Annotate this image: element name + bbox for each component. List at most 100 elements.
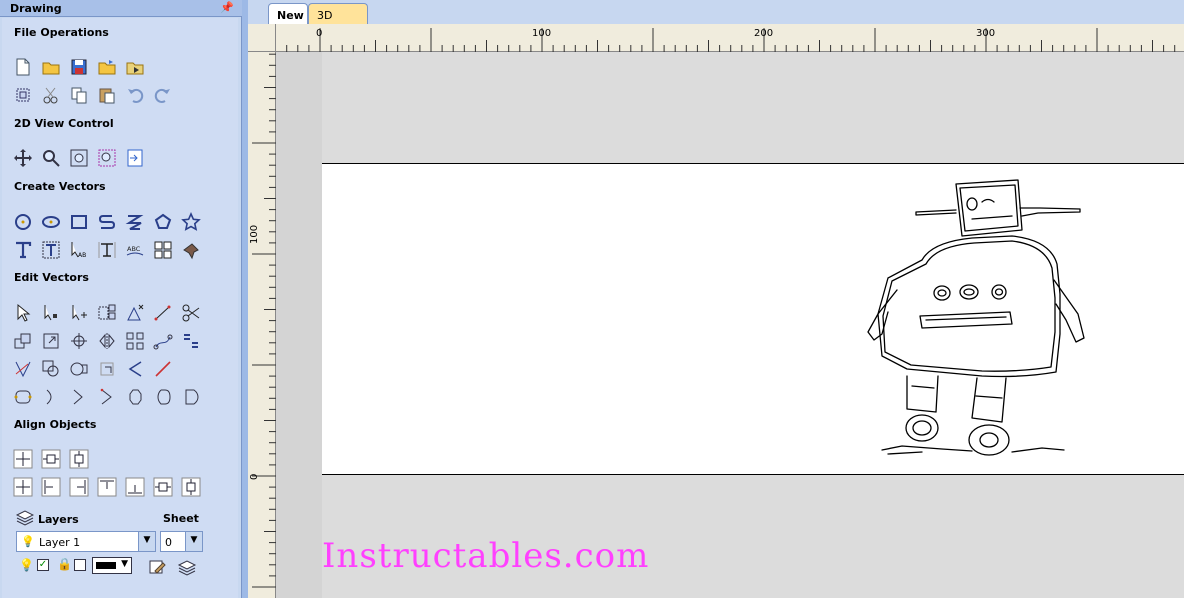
copy-icon[interactable] — [68, 84, 90, 106]
section-create-vectors: Create Vectors — [14, 180, 106, 193]
draw-rectangle-icon[interactable] — [68, 211, 90, 233]
draw-star-icon[interactable] — [180, 211, 202, 233]
panel-body: File Operations 2D View Control Create V… — [2, 18, 238, 598]
rotate-icon[interactable] — [68, 330, 90, 352]
material-sheet[interactable] — [322, 163, 1184, 475]
align-page-center-icon[interactable] — [12, 476, 34, 498]
paste-icon[interactable] — [96, 84, 118, 106]
section-align-objects: Align Objects — [14, 418, 97, 431]
array-copy-icon[interactable] — [124, 330, 146, 352]
select-all-icon[interactable] — [12, 84, 34, 106]
layer-manager-icon[interactable] — [176, 556, 198, 578]
align-right-icon[interactable] — [68, 476, 90, 498]
ruler-corner — [248, 24, 276, 52]
v-ruler-label-100: 100 — [249, 224, 260, 244]
text-box-icon[interactable] — [40, 239, 62, 261]
pin-icon[interactable]: 📌 — [220, 1, 234, 14]
layers-icon — [15, 510, 35, 526]
chevron-down-icon[interactable]: ▼ — [185, 532, 202, 551]
intersect-icon[interactable] — [96, 358, 118, 380]
select-arrow-icon[interactable] — [12, 302, 34, 324]
interactive-select-icon[interactable] — [68, 302, 90, 324]
draw-curve-icon[interactable] — [124, 211, 146, 233]
convert-arc-icon[interactable] — [152, 386, 174, 408]
close-open-vector-icon[interactable] — [40, 386, 62, 408]
cut-icon[interactable] — [40, 84, 62, 106]
open-recent-icon[interactable] — [96, 56, 118, 78]
h-ruler-label-100: 100 — [532, 28, 552, 39]
group-icon[interactable] — [96, 302, 118, 324]
view-sheet-icon[interactable] — [124, 147, 146, 169]
subtract-icon[interactable] — [68, 358, 90, 380]
ungroup-icon[interactable] — [124, 302, 146, 324]
import-icon[interactable] — [124, 56, 146, 78]
layer-visible-icon[interactable]: 💡 — [19, 558, 34, 572]
align-top-icon[interactable] — [96, 476, 118, 498]
sheet-label: Sheet — [163, 512, 199, 525]
layer-select-value: Layer 1 — [39, 536, 81, 549]
layer-color-picker[interactable]: ▼ — [92, 557, 132, 574]
draw-ellipse-icon[interactable] — [40, 211, 62, 233]
join-vectors-icon[interactable] — [152, 330, 174, 352]
space-horizontal-icon[interactable] — [152, 476, 174, 498]
layer-visible-checkbox[interactable]: ✓ — [37, 559, 49, 571]
arc-text-icon[interactable]: ABC — [124, 239, 146, 261]
tab-new[interactable]: New — [268, 3, 308, 24]
draw-circle-icon[interactable] — [12, 211, 34, 233]
fillet-icon[interactable] — [124, 358, 146, 380]
corner-node-icon[interactable] — [96, 386, 118, 408]
auto-layout-text-icon[interactable]: AB — [68, 239, 90, 261]
new-file-icon[interactable] — [12, 56, 34, 78]
align-left-icon[interactable] — [40, 476, 62, 498]
chevron-down-icon[interactable]: ▼ — [138, 532, 155, 551]
drawing-panel: Drawing 📌 File Operations 2D View Contro… — [0, 0, 242, 598]
node-edit-icon[interactable] — [40, 302, 62, 324]
nest-icon[interactable] — [180, 330, 202, 352]
undo-icon[interactable] — [124, 84, 146, 106]
pan-icon[interactable] — [12, 147, 34, 169]
redo-icon[interactable] — [152, 84, 174, 106]
open-folder-icon[interactable] — [40, 56, 62, 78]
space-vertical-icon[interactable] — [180, 476, 202, 498]
align-center-vertical-icon[interactable] — [68, 448, 90, 470]
smooth-node-icon[interactable] — [68, 386, 90, 408]
vertical-ruler: 100 0 — [248, 52, 276, 598]
convert-line-icon[interactable] — [124, 386, 146, 408]
draw-text-icon[interactable] — [12, 239, 34, 261]
draw-polygon-icon[interactable] — [152, 211, 174, 233]
lock-icon[interactable]: 🔒 — [57, 557, 72, 571]
draw-polyline-icon[interactable] — [96, 211, 118, 233]
offset-icon[interactable] — [12, 386, 34, 408]
scissors-icon[interactable] — [180, 302, 202, 324]
layer-select[interactable]: 💡 Layer 1 ▼ — [16, 531, 156, 552]
trim-icon[interactable] — [12, 358, 34, 380]
robot-drawing[interactable] — [322, 164, 1184, 474]
text-on-path-icon[interactable] — [96, 239, 118, 261]
align-center-horizontal-icon[interactable] — [40, 448, 62, 470]
sheet-select-value: 0 — [165, 536, 172, 549]
align-center-icon[interactable] — [12, 448, 34, 470]
extend-icon[interactable] — [152, 358, 174, 380]
layer-lock-checkbox[interactable] — [74, 559, 86, 571]
scale-icon[interactable] — [40, 330, 62, 352]
svg-text:ABC: ABC — [127, 245, 141, 253]
align-bottom-icon[interactable] — [124, 476, 146, 498]
svg-text:AB: AB — [78, 252, 86, 259]
save-icon[interactable] — [68, 56, 90, 78]
insert-bitmap-icon[interactable] — [152, 239, 174, 261]
mirror-icon[interactable] — [96, 330, 118, 352]
convert-bezier-icon[interactable] — [180, 386, 202, 408]
weld-icon[interactable] — [40, 358, 62, 380]
canvas-margin — [276, 52, 322, 598]
sheet-select[interactable]: 0 ▼ — [160, 531, 203, 552]
trace-bitmap-icon[interactable] — [180, 239, 202, 261]
tab-3d-view[interactable]: 3D View — [308, 3, 368, 35]
layer-properties-icon[interactable] — [146, 556, 168, 578]
section-edit-vectors: Edit Vectors — [14, 271, 89, 284]
move-icon[interactable] — [12, 330, 34, 352]
color-swatch — [96, 562, 116, 569]
zoom-in-icon[interactable] — [40, 147, 62, 169]
node-curve-icon[interactable] — [152, 302, 174, 324]
zoom-extents-icon[interactable] — [68, 147, 90, 169]
zoom-selection-icon[interactable] — [96, 147, 118, 169]
